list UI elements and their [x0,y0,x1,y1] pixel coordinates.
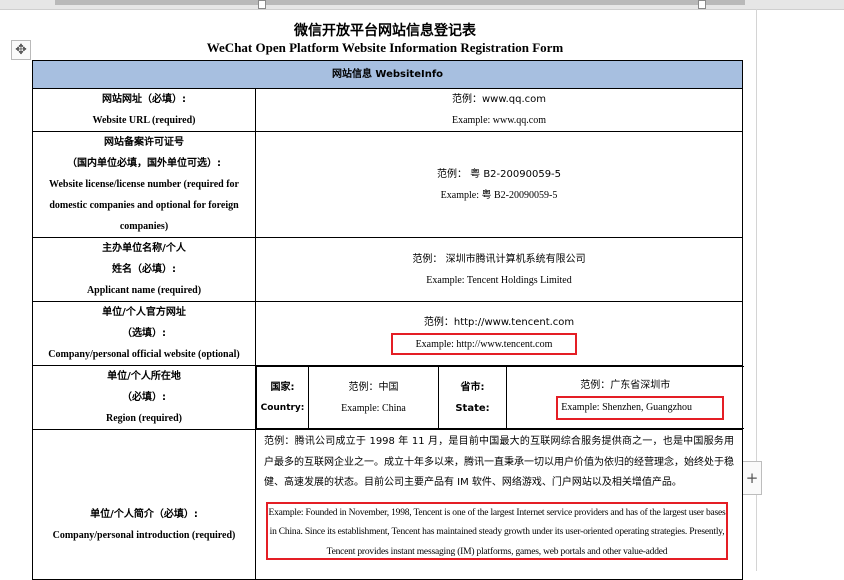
country-label: 国家: Country: [256,366,309,429]
ruler-indent-marker[interactable] [258,0,266,9]
state-value[interactable]: 范例：广东省深圳市 Example: Shenzhen, Guangzhou [506,366,744,429]
label-cn: 姓名（必填）: [112,264,176,275]
label-region: 单位/个人所在地 （必填）: Region (required) [32,365,256,430]
value-applicant[interactable]: 范例： 深圳市腾讯计算机系统有限公司 Example: Tencent Hold… [254,237,744,302]
highlight-box-website-example: Example: http://www.tencent.com [391,333,577,355]
row-applicant: 主办单位名称/个人 姓名（必填）: Applicant name (requir… [32,237,744,302]
label-introduction: 单位/个人简介（必填）: Company/personal introducti… [32,429,256,580]
label-website-url: 网站网址（必填）: Website URL (required) [32,88,256,132]
label-en: Company/personal introduction (required) [52,529,236,541]
row-license: 网站备案许可证号 （国内单位必填，国外单位可选）: Website licens… [32,131,744,238]
label-en: Website license/license number (required… [49,179,239,190]
label-cn: 单位/个人所在地 [107,371,181,382]
state-example-cn: 范例：广东省深圳市 [580,380,671,391]
country-example-cn: 范例：中国 [348,381,399,393]
label-cn: （选填）: [122,328,166,339]
registration-form-table: 网站信息 WebsiteInfo 网站网址（必填）: Website URL (… [31,60,744,580]
region-subtable: 国家: Country: 范例：中国 Example: China 省市: St… [256,366,744,429]
example-en: Example: www.qq.com [451,115,547,126]
label-cn: （国内单位必填，国外单位可选）: [67,158,221,169]
country-value[interactable]: 范例：中国 Example: China [308,366,439,429]
value-region: 国家: Country: 范例：中国 Example: China 省市: St… [254,365,744,430]
state-label-cn: 省市: [460,381,485,393]
ruler-margin-marker[interactable] [698,0,706,9]
row-introduction: 单位/个人简介（必填）: Company/personal introducti… [32,429,744,580]
label-en: Applicant name (required) [86,285,202,296]
value-license[interactable]: 范例： 粤 B2-20090059-5 Example: 粤 B2-200900… [254,131,744,238]
label-cn: （必填）: [122,392,166,403]
example-en: Example: Tencent Holdings Limited [426,274,572,286]
intro-example-cn: 范例：腾讯公司成立于 1998 年 11 月，是目前中国最大的互联网综合服务提供… [264,436,735,488]
top-ruler[interactable] [0,0,844,10]
value-website-url[interactable]: 范例：www.qq.com Example: www.qq.com [254,88,744,132]
label-en: Website URL (required) [92,115,196,126]
label-cn: 单位/个人简介（必填）: [90,508,198,520]
example-cn: 范例：www.qq.com [451,94,547,105]
section-header: 网站信息 WebsiteInfo [31,60,744,89]
example-cn: 范例： 粤 B2-20090059-5 [436,168,562,180]
highlight-box-state-example: Example: Shenzhen, Guangzhou [556,396,725,420]
country-label-en: Country: [260,402,305,413]
state-label-en: State: [455,402,490,414]
plus-icon[interactable]: + [742,461,762,495]
row-official-website: 单位/个人官方网址 （选填）: Company/personal officia… [32,301,744,366]
label-en: Company/personal official website (optio… [48,349,240,360]
label-license: 网站备案许可证号 （国内单位必填，国外单位可选）: Website licens… [32,131,256,238]
label-en: domestic companies and optional for fore… [49,200,239,211]
label-cn: 网站网址（必填）: [102,94,186,105]
row-website-url: 网站网址（必填）: Website URL (required) 范例：www.… [32,88,744,132]
example-cn: 范例：http://www.tencent.com [423,317,575,328]
value-official-website[interactable]: 范例：http://www.tencent.com Example: http:… [254,301,744,366]
label-en: companies) [119,221,169,232]
value-introduction[interactable]: 范例：腾讯公司成立于 1998 年 11 月，是目前中国最大的互联网综合服务提供… [254,429,744,580]
label-en: Region (required) [105,413,182,424]
label-applicant: 主办单位名称/个人 姓名（必填）: Applicant name (requir… [32,237,256,302]
title-english: WeChat Open Platform Website Information… [206,40,564,55]
label-cn: 网站备案许可证号 [104,137,184,148]
label-cn: 单位/个人官方网址 [102,307,186,318]
state-label: 省市: State: [438,366,507,429]
highlight-box-intro-example: Example: Founded in November, 1998, Tenc… [266,501,729,560]
country-example-en: Example: China [341,402,406,414]
country-label-cn: 国家: [270,381,295,393]
label-official-website: 单位/个人官方网址 （选填）: Company/personal officia… [32,301,256,366]
title-chinese: 微信开放平台网站信息登记表 [294,23,476,39]
ruler-track [55,0,745,5]
example-en: Example: 粤 B2-20090059-5 [440,189,558,201]
row-region: 单位/个人所在地 （必填）: Region (required) 国家: Cou… [32,365,744,430]
example-cn: 范例： 深圳市腾讯计算机系统有限公司 [412,253,586,265]
label-cn: 主办单位名称/个人 [102,243,186,254]
section-header-row: 网站信息 WebsiteInfo [31,60,744,89]
